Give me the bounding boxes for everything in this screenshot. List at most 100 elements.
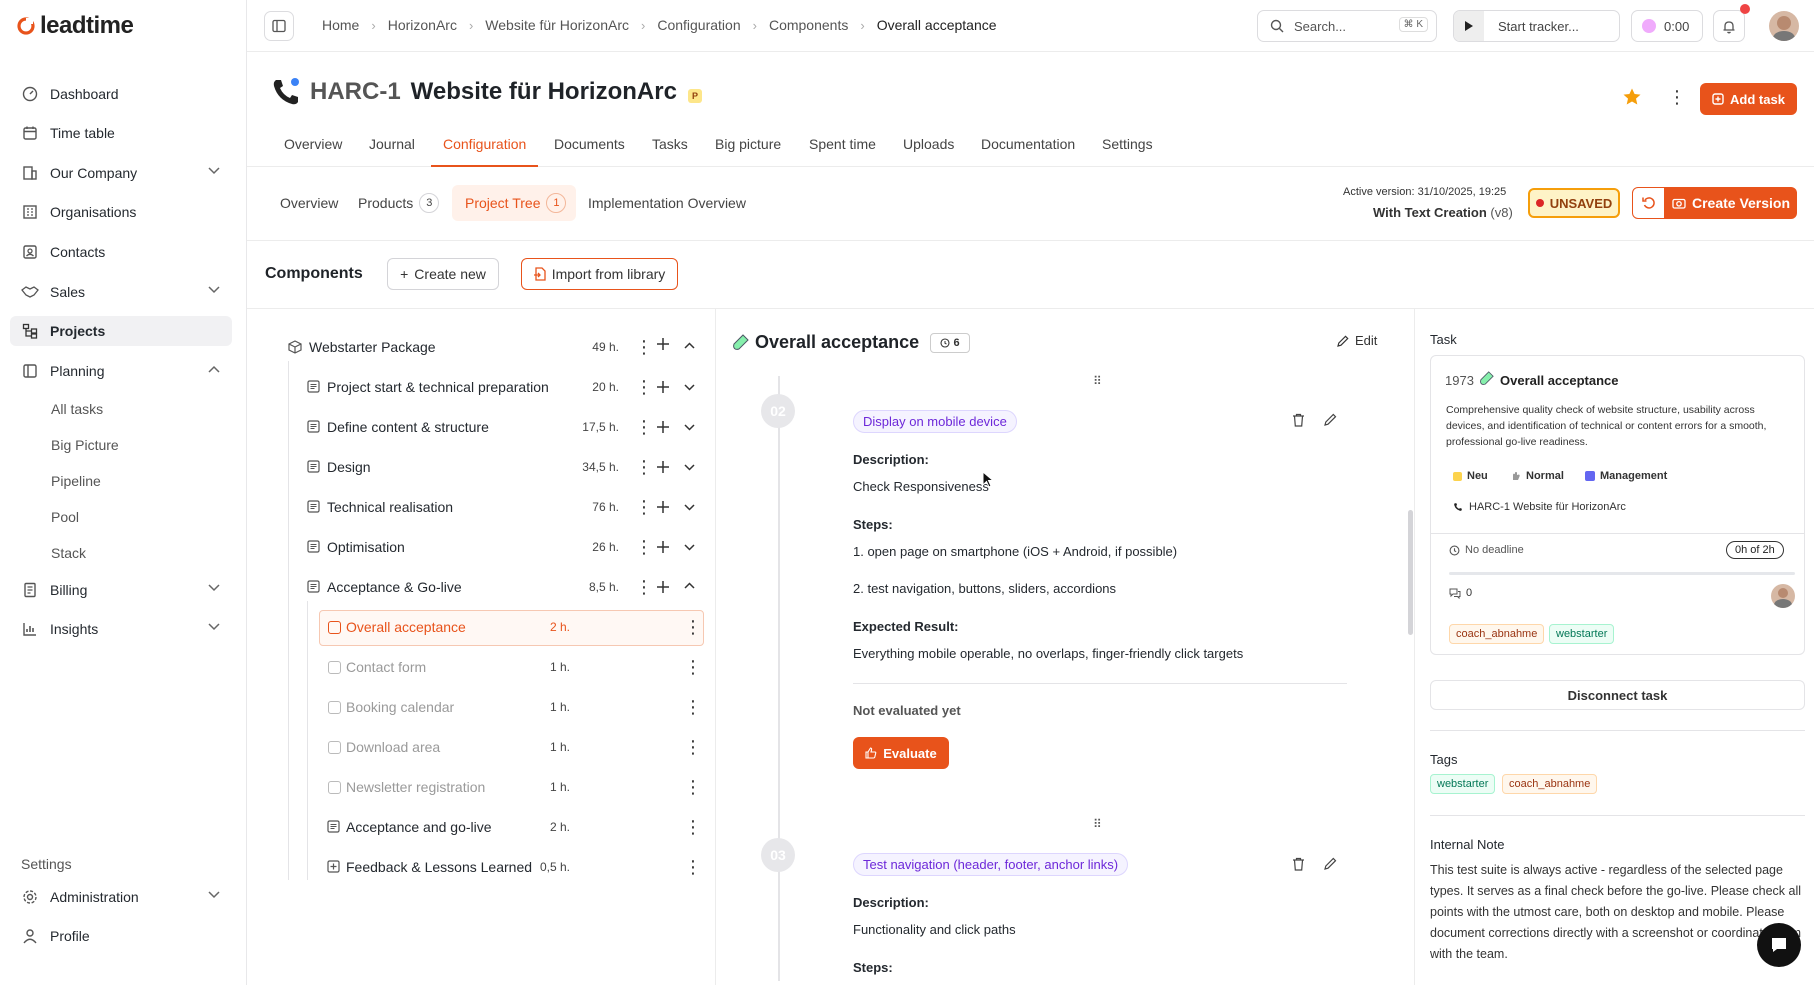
notifications-button[interactable]	[1713, 4, 1750, 42]
add-icon[interactable]	[657, 338, 669, 350]
more-options-icon[interactable]: ⋮	[635, 458, 653, 476]
favorite-star-icon[interactable]	[1622, 87, 1642, 107]
chevron-down-icon[interactable]	[684, 424, 695, 431]
sidebar-item-organisations[interactable]: Organisations	[10, 197, 232, 227]
sidebar-item-label: Insights	[50, 621, 99, 637]
more-options-icon[interactable]: ⋮	[684, 658, 702, 676]
chevron-down-icon[interactable]	[684, 504, 695, 511]
tab-documentation[interactable]: Documentation	[981, 136, 1075, 152]
timer-button[interactable]: 0:00	[1631, 10, 1703, 42]
tree-group-row[interactable]: Design 34,5 h. ⋮	[247, 449, 707, 485]
sidebar-item-administration[interactable]: Administration	[10, 882, 232, 912]
more-options-icon[interactable]: ⋮	[684, 698, 702, 716]
more-options-icon[interactable]: ⋮	[635, 538, 653, 556]
task-section-label: Task	[1430, 332, 1457, 347]
task-project-link[interactable]: HARC-1 Website für HorizonArc	[1453, 501, 1626, 513]
detail-scrollbar[interactable]	[1408, 510, 1413, 635]
tree-root-row[interactable]: Webstarter Package 49 h. ⋮	[247, 329, 707, 365]
pencil-icon[interactable]	[1324, 413, 1337, 426]
tree-child-row[interactable]: Feedback & Lessons Learned 0,5 h. ⋮	[247, 849, 707, 885]
search-input[interactable]: Search... ⌘ K	[1257, 10, 1437, 42]
tree-child-row[interactable]: Download area 1 h. ⋮	[247, 729, 707, 765]
add-task-button[interactable]: Add task	[1700, 83, 1797, 115]
more-options-icon[interactable]: ⋮	[635, 378, 653, 396]
sidebar-subitem-big-picture[interactable]: Big Picture	[51, 437, 119, 453]
undo-icon	[1641, 196, 1656, 210]
chat-support-button[interactable]	[1757, 923, 1801, 967]
task-comments[interactable]: 0	[1449, 587, 1472, 599]
more-options-icon[interactable]: ⋮	[635, 578, 653, 596]
evaluate-button[interactable]: Evaluate	[853, 737, 949, 769]
tree-group-row[interactable]: Optimisation 26 h. ⋮	[247, 529, 707, 565]
sidebar-item-time-table[interactable]: Time table	[10, 118, 232, 148]
add-icon[interactable]	[657, 461, 669, 473]
sidebar-item-our-company[interactable]: Our Company	[10, 158, 232, 188]
more-options-icon[interactable]: ⋮	[684, 818, 702, 836]
more-options-icon[interactable]: ⋮	[635, 338, 653, 356]
tree-child-row[interactable]: Contact form 1 h. ⋮	[247, 649, 707, 685]
revert-button[interactable]	[1632, 187, 1665, 219]
tab-uploads[interactable]: Uploads	[903, 136, 954, 152]
tree-group-row[interactable]: Technical realisation 76 h. ⋮	[247, 489, 707, 525]
edit-button[interactable]: Edit	[1337, 333, 1377, 348]
tab-spent-time[interactable]: Spent time	[809, 136, 876, 152]
chevron-down-icon[interactable]	[684, 544, 695, 551]
more-options-icon[interactable]: ⋮	[635, 418, 653, 436]
tree-group-row[interactable]: Define content & structure 17,5 h. ⋮	[247, 409, 707, 445]
sidebar-item-contacts[interactable]: Contacts	[10, 237, 232, 267]
breadcrumb-components[interactable]: Components	[769, 17, 848, 33]
more-options-icon[interactable]: ⋮	[635, 498, 653, 516]
tab-settings[interactable]: Settings	[1102, 136, 1153, 152]
tree-child-row[interactable]: Newsletter registration 1 h. ⋮	[247, 769, 707, 805]
sidebar-item-dashboard[interactable]: Dashboard	[10, 79, 232, 109]
sidebar-item-insights[interactable]: Insights	[10, 614, 232, 644]
task-title[interactable]: Overall acceptance	[1500, 373, 1619, 388]
more-options-icon[interactable]: ⋮	[684, 858, 702, 876]
pencil-icon[interactable]	[1324, 857, 1337, 870]
tab-big-picture[interactable]: Big picture	[715, 136, 781, 152]
assignee-avatar[interactable]	[1771, 584, 1795, 608]
sidebar-item-billing[interactable]: Billing	[10, 575, 232, 605]
tree-group-row[interactable]: Project start & technical preparation 20…	[247, 369, 707, 405]
trash-icon[interactable]	[1292, 413, 1305, 427]
add-icon[interactable]	[657, 501, 669, 513]
tree-child-label: Booking calendar	[346, 699, 455, 715]
tags-section-label: Tags	[1430, 752, 1458, 767]
timer-dot-icon	[1642, 19, 1656, 33]
tree-child-row-selected[interactable]: Overall acceptance 2 h. ⋮	[247, 609, 707, 645]
description-text: Check Responsiveness	[853, 479, 989, 494]
add-icon[interactable]	[657, 421, 669, 433]
add-icon[interactable]	[657, 381, 669, 393]
more-options-icon[interactable]: ⋮	[684, 618, 702, 636]
sidebar-item-profile[interactable]: Profile	[10, 921, 232, 951]
chevron-up-icon[interactable]	[684, 582, 695, 589]
more-options-icon[interactable]: ⋮	[1668, 88, 1686, 106]
chevron-up-icon[interactable]	[684, 342, 695, 349]
sidebar-item-sales[interactable]: Sales	[10, 277, 232, 307]
trash-icon[interactable]	[1292, 857, 1305, 871]
tree-child-row[interactable]: Booking calendar 1 h. ⋮	[247, 689, 707, 725]
create-version-button[interactable]: Create Version	[1665, 187, 1797, 219]
chevron-down-icon[interactable]	[684, 464, 695, 471]
tree-child-row[interactable]: Acceptance and go-live 2 h. ⋮	[247, 809, 707, 845]
start-tracker-button[interactable]: Start tracker...	[1453, 10, 1620, 42]
tree-group-row[interactable]: Acceptance & Go-live 8,5 h. ⋮	[247, 569, 707, 605]
sidebar-subitem-stack[interactable]: Stack	[51, 545, 86, 561]
disconnect-task-button[interactable]: Disconnect task	[1430, 680, 1805, 710]
add-icon[interactable]	[657, 581, 669, 593]
app-logo[interactable]: leadtime	[16, 12, 134, 40]
chevron-down-icon[interactable]	[684, 384, 695, 391]
sidebar-item-projects[interactable]: Projects	[10, 316, 232, 346]
add-icon[interactable]	[657, 541, 669, 553]
tree-group-label: Define content & structure	[327, 419, 489, 435]
search-shortcut: ⌘ K	[1398, 17, 1428, 32]
more-options-icon[interactable]: ⋮	[684, 738, 702, 756]
sidebar-subitem-pipeline[interactable]: Pipeline	[51, 473, 101, 489]
sidebar-item-planning[interactable]: Planning	[10, 356, 232, 386]
avatar[interactable]	[1769, 11, 1799, 41]
sidebar-subitem-pool[interactable]: Pool	[51, 509, 79, 525]
drag-handle-icon[interactable]: ⠿	[1093, 817, 1103, 831]
more-options-icon[interactable]: ⋮	[684, 778, 702, 796]
sidebar-subitem-all-tasks[interactable]: All tasks	[51, 401, 103, 417]
drag-handle-icon[interactable]: ⠿	[1093, 374, 1103, 388]
